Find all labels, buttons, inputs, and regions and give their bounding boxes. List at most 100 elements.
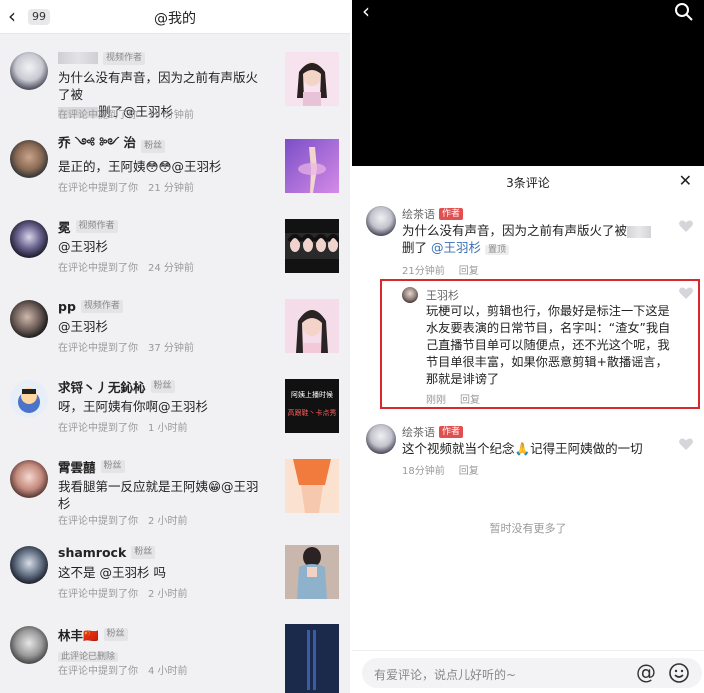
video-thumbnail[interactable] (285, 299, 339, 353)
comment-meta: 在评论中提到了你 1 小时前 (58, 419, 198, 434)
author-badge: 作者 (439, 426, 464, 438)
comment-input[interactable]: 有爱评论，说点儿好听的~ @ (362, 658, 702, 688)
pinned-badge: 置顶 (485, 245, 510, 255)
comment-text: 我看腿第一反应就是王阿姨😁@王羽杉 (58, 479, 259, 511)
comment-text-part: 为什么没有声音，因为之前有声版火了被 (58, 70, 259, 102)
author-name[interactable]: 绘茶语 (402, 424, 435, 440)
user-tag: 粉丝 (150, 379, 175, 393)
search-icon[interactable] (674, 2, 694, 22)
reply-button[interactable]: 回复 (459, 466, 479, 477)
video-thumbnail[interactable] (285, 139, 339, 193)
mention-item[interactable]: 视频作者 为什么没有声音，因为之前有声版火了被 删了@王羽杉 在评论中提到了你 19… (0, 50, 350, 125)
username[interactable]: 林丰🇨🇳 (58, 625, 99, 644)
meta-label: 在评论中提到了你 (58, 110, 138, 121)
mention-item[interactable]: 霄雲囍 粉丝 我看腿第一反应就是王阿姨😁@王羽杉 在评论中提到了你 2 小时前 (0, 450, 350, 530)
comment-meta: 在评论中提到了你 24 分钟前 (58, 259, 204, 274)
comment-text: 玩梗可以，剪辑也行，你最好是标注一下这是水友要表演的日常节目，名字叫：“渣女”我… (426, 304, 671, 386)
thumbnail-caption: 高跟鞋丶卡点秀 (287, 409, 337, 417)
mention-link[interactable]: @王羽杉 (431, 240, 481, 255)
thumbnail-image (285, 139, 339, 193)
avatar[interactable] (10, 220, 48, 258)
mention-item[interactable]: 求锊丶丿无鈊杺 粉丝 呀，王阿姨有你啊@王羽杉 在评论中提到了你 1 小时前 阿姨上… (0, 370, 350, 445)
thumbnail-image (285, 299, 339, 353)
chevron-left-icon[interactable]: ‹ (362, 0, 370, 22)
video-thumbnail[interactable] (285, 624, 339, 693)
comment-meta: 在评论中提到了你 4 小时前 (58, 662, 198, 677)
avatar[interactable] (366, 206, 396, 236)
avatar[interactable] (10, 380, 48, 418)
reply-button[interactable]: 回复 (460, 395, 480, 406)
mention-item[interactable]: 林丰🇨🇳 粉丝 此评论已删除 在评论中提到了你 4 小时前 (0, 616, 350, 693)
avatar[interactable] (10, 626, 48, 664)
comment-text: @王羽杉 (58, 239, 109, 254)
user-tag: 视频作者 (75, 219, 118, 233)
avatar[interactable] (402, 287, 418, 303)
timestamp: 18分钟前 (402, 466, 445, 477)
cartoon-avatar-image (18, 388, 40, 413)
comment-meta: 18分钟前 回复 (402, 462, 493, 477)
username-blurred[interactable] (58, 52, 98, 64)
avatar[interactable] (10, 546, 48, 584)
timestamp: 4 小时前 (148, 666, 188, 677)
user-tag: 粉丝 (100, 459, 125, 473)
user-tag: 粉丝 (141, 139, 166, 153)
timestamp: 2 小时前 (148, 589, 188, 600)
comment-text-part: 为什么没有声音，因为之前有声版火了被 (402, 223, 628, 238)
close-icon[interactable]: ✕ (679, 171, 692, 190)
avatar[interactable] (10, 460, 48, 498)
author-name[interactable]: 绘茶语 (402, 206, 435, 222)
avatar[interactable] (10, 140, 48, 178)
user-tag: 视频作者 (103, 51, 146, 65)
comment-author: 绘茶语 作者 (402, 424, 464, 440)
comment-item[interactable]: 绘茶语 作者 这个视频就当个纪念🙏记得王阿姨做的一切 18分钟前 回复 (352, 424, 704, 484)
thumbnail-image (285, 545, 339, 599)
username[interactable]: 冕 (58, 217, 71, 236)
user-tag: 视频作者 (80, 299, 123, 313)
comment-meta: 21分钟前 回复 (402, 262, 493, 277)
username[interactable]: 霄雲囍 (58, 457, 96, 476)
at-icon[interactable]: @ (636, 661, 656, 683)
avatar[interactable] (366, 424, 396, 454)
blurred-word (627, 225, 652, 238)
thumbnail-image (285, 52, 339, 106)
comment-item[interactable]: 绘茶语 作者 为什么没有声音，因为之前有声版火了被 删了 @王羽杉 置顶 21分钟前 回… (352, 206, 704, 277)
username[interactable]: shamrock (58, 545, 126, 560)
thumbnail-image (285, 459, 339, 513)
comment-sheet: 3条评论 ✕ 绘茶语 作者 为什么没有声音，因为之前有声版火了被 删了 @王羽杉 置顶… (352, 166, 704, 693)
deleted-note: 此评论已删除 (58, 652, 119, 662)
mention-item[interactable]: 冕视频作者 @王羽杉 在评论中提到了你 24 分钟前 (0, 210, 350, 285)
author-name[interactable]: 王羽杉 (426, 287, 459, 303)
highlighted-reply[interactable]: 王羽杉 玩梗可以，剪辑也行，你最好是标注一下这是水友要表演的日常节目，名字叫：“… (380, 279, 700, 409)
video-thumbnail[interactable]: 阿姨上播时候 高跟鞋丶卡点秀 (285, 379, 339, 433)
user-tag: 粉丝 (103, 627, 128, 641)
video-thumbnail[interactable] (285, 219, 339, 273)
comment-text-part: 删了 (402, 240, 428, 255)
comment-meta: 在评论中提到了你 37 分钟前 (58, 339, 204, 354)
emoji-icon[interactable] (668, 662, 690, 684)
comment-text: 为什么没有声音，因为之前有声版火了被 删了 @王羽杉 置顶 (402, 222, 662, 259)
heart-icon[interactable] (678, 436, 694, 452)
mention-item[interactable]: shamrock 粉丝 这不是 @王羽杉 吗 在评论中提到了你 2 小时前 (0, 536, 350, 611)
mention-item[interactable]: 乔 ༺ ༻ 治粉丝 是正的，王阿姨😳😳@王羽杉 在评论中提到了你 21 分钟前 (0, 130, 350, 205)
mention-item[interactable]: pp 视频作者 @王羽杉 在评论中提到了你 37 分钟前 (0, 290, 350, 365)
video-thumbnail[interactable] (285, 459, 339, 513)
reply-button[interactable]: 回复 (459, 266, 479, 277)
avatar[interactable] (10, 52, 48, 90)
comments-panel: ‹ 3条评论 ✕ 绘茶语 作者 为什么没有声音，因为之前有声版火了被 删了 @王羽杉… (352, 0, 704, 693)
meta-label: 在评论中提到了你 (58, 343, 138, 354)
video-thumbnail[interactable] (285, 52, 339, 106)
comment-meta: 在评论中提到了你 2 小时前 (58, 585, 198, 600)
page-title: @我的 (154, 11, 196, 27)
heart-icon[interactable] (678, 218, 694, 234)
username[interactable]: 求锊丶丿无鈊杺 (58, 377, 146, 396)
username[interactable]: pp (58, 299, 76, 314)
avatar[interactable] (10, 300, 48, 338)
video-thumbnail[interactable] (285, 545, 339, 599)
meta-label: 在评论中提到了你 (58, 516, 138, 527)
timestamp: 刚刚 (426, 395, 446, 406)
video-area[interactable]: ‹ (352, 0, 704, 166)
no-more-text: 暂时没有更多了 (489, 522, 567, 535)
thumbnail-image (285, 624, 339, 693)
heart-icon[interactable] (678, 285, 694, 301)
comment-meta: 在评论中提到了你 19 分钟前 (58, 106, 204, 121)
